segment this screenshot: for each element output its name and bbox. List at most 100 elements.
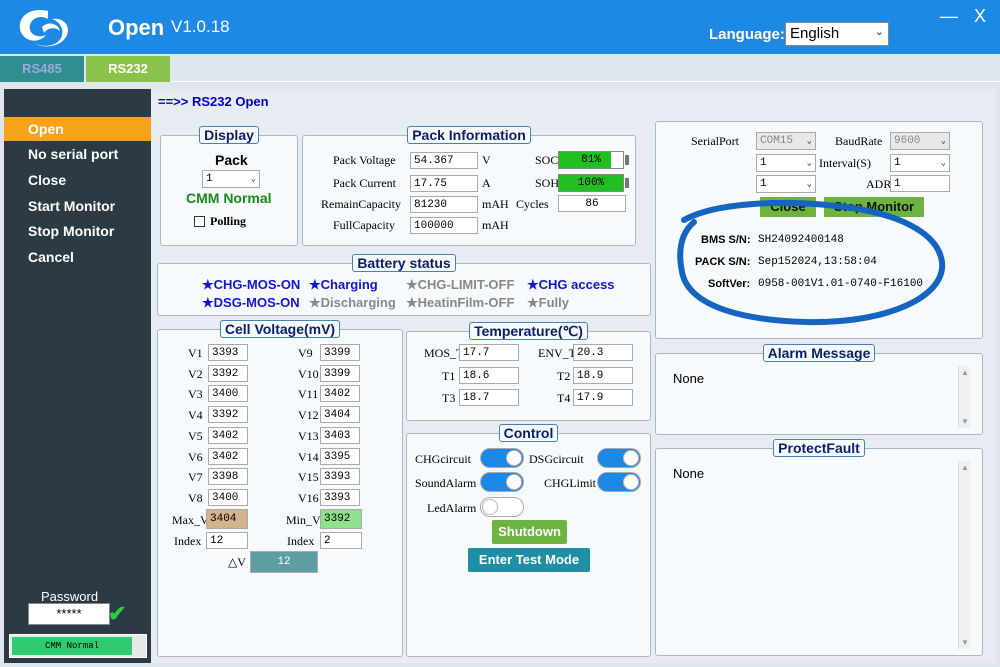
cell-label: V14 xyxy=(298,449,319,464)
sidebar-item-start-monitor[interactable]: Start Monitor xyxy=(4,194,151,218)
option-select-2-value: 1 xyxy=(760,178,767,190)
pack-voltage-label: Pack Voltage xyxy=(333,153,396,167)
chevron-down-icon: ⌄ xyxy=(806,179,812,189)
cycles-label: Cycles xyxy=(516,197,549,211)
remain-capacity-unit: mAH xyxy=(482,197,509,211)
status-chg-access: ★CHG access xyxy=(527,277,615,292)
cell-voltage-field: 3395 xyxy=(320,447,360,465)
cell-label: V4 xyxy=(188,408,203,423)
t4-field: 17.9 xyxy=(573,389,633,406)
scroll-down-icon: ▼ xyxy=(961,638,969,647)
cell-voltage-field: 3404 xyxy=(320,406,360,424)
t2-field: 18.9 xyxy=(573,367,633,384)
polling-checkbox[interactable] xyxy=(194,216,205,227)
cell-label: V13 xyxy=(298,428,319,443)
app-title: Open xyxy=(108,15,165,40)
serial-port-label: SerialPort xyxy=(691,134,739,148)
password-field[interactable]: ***** xyxy=(28,603,110,625)
t1-label: T1 xyxy=(442,369,456,383)
alarm-panel: Alarm Message None ▲ ▼ xyxy=(655,344,983,435)
close-port-button[interactable]: Close xyxy=(760,197,816,217)
alarm-scrollbar[interactable]: ▲ ▼ xyxy=(958,366,970,428)
sidebar: Open No serial port Close Start Monitor … xyxy=(4,89,151,663)
cell-voltage-field: 3393 xyxy=(208,344,248,361)
cell-voltage-field: 3402 xyxy=(320,385,360,403)
soh-text: 100% xyxy=(577,177,605,189)
tab-rs485[interactable]: RS485 xyxy=(0,56,84,82)
serial-port-value: COM15 xyxy=(760,135,794,147)
dsg-circuit-label: DSGcircuit xyxy=(529,452,584,466)
pack-voltage-unit: V xyxy=(482,153,491,167)
sound-alarm-toggle[interactable] xyxy=(480,472,524,492)
baud-rate-select[interactable]: 9600 ⌄ xyxy=(890,132,950,150)
sidebar-item-close[interactable]: Close xyxy=(4,168,151,192)
remain-capacity-label: RemainCapacity xyxy=(321,197,401,211)
serial-panel: SerialPort COM15 ⌄ BaudRate 9600 ⌄ 1 ⌄ Inte… xyxy=(655,121,983,339)
pack-select[interactable]: 1 ⌄ xyxy=(202,170,260,188)
softver-value: 0958-001V1.01-0740-F16100 xyxy=(758,278,924,290)
battery-nub-icon xyxy=(625,155,629,165)
close-window-button[interactable]: X xyxy=(974,6,986,27)
cell-label: V16 xyxy=(298,490,319,505)
mos-t-label: MOS_T xyxy=(424,346,464,360)
sidebar-item-open[interactable]: Open xyxy=(4,117,151,141)
pack-info-panel: Pack Information Pack Voltage 54.367 V P… xyxy=(302,126,636,246)
t2-label: T2 xyxy=(557,369,571,383)
tab-bar: RS485 RS232 xyxy=(0,54,1000,82)
interval-value: 1 xyxy=(894,157,901,169)
serial-port-select[interactable]: COM15 ⌄ xyxy=(756,132,816,150)
softver-label: SoftVer: xyxy=(708,278,751,290)
status-line: ==>> RS232 Open xyxy=(158,94,269,109)
temperature-panel: Temperature(℃) MOS_T 17.7 ENV_T 20.3 T1 … xyxy=(406,322,651,421)
option-select-1[interactable]: 1 ⌄ xyxy=(756,154,816,172)
led-alarm-toggle[interactable] xyxy=(480,497,524,517)
language-select[interactable]: English ⌄ xyxy=(785,22,889,46)
chg-limit-toggle[interactable] xyxy=(597,472,641,492)
control-panel: Control CHGcircuit DSGcircuit SoundAlarm… xyxy=(406,424,651,657)
pack-current-label: Pack Current xyxy=(333,176,396,190)
language-value: English xyxy=(790,25,840,42)
status-heatin-film-off: ★HeatinFilm-OFF xyxy=(406,295,515,310)
stop-monitor-button[interactable]: Stop Monitor xyxy=(824,197,924,217)
t1-field: 18.6 xyxy=(459,367,519,384)
pack-sn-label: PACK S/N: xyxy=(695,256,751,268)
soh-bar: 100% xyxy=(558,174,629,192)
max-v-label: Max_V xyxy=(172,513,209,527)
scroll-up-icon: ▲ xyxy=(961,368,969,377)
enter-test-mode-button[interactable]: Enter Test Mode xyxy=(468,548,590,572)
full-capacity-label: FullCapacity xyxy=(333,218,395,232)
scroll-down-icon: ▼ xyxy=(961,417,969,426)
interval-label: Interval(S) xyxy=(819,156,871,170)
bms-sn-value: SH24092400148 xyxy=(758,234,844,246)
interval-select[interactable]: 1 ⌄ xyxy=(890,154,950,172)
min-v-label: Min_V xyxy=(286,513,321,527)
cell-label: V5 xyxy=(188,428,203,443)
adr-field[interactable]: 1 xyxy=(890,175,950,192)
shutdown-button[interactable]: Shutdown xyxy=(492,520,567,544)
comm-status-text: CMM Normal xyxy=(12,637,132,655)
env-t-field: 20.3 xyxy=(573,344,633,361)
baud-rate-value: 9600 xyxy=(894,135,921,147)
sidebar-item-stop-monitor[interactable]: Stop Monitor xyxy=(4,219,151,243)
cell-label: V6 xyxy=(188,449,203,464)
chevron-down-icon: ⌄ xyxy=(940,136,946,146)
sidebar-item-cancel[interactable]: Cancel xyxy=(4,245,151,269)
sidebar-item-no-serial-port[interactable]: No serial port xyxy=(4,142,151,166)
chevron-down-icon: ⌄ xyxy=(250,174,256,184)
protect-fault-text: None xyxy=(673,466,705,481)
tab-rs232[interactable]: RS232 xyxy=(86,56,170,82)
cell-label: V11 xyxy=(298,387,319,402)
bms-sn-label: BMS S/N: xyxy=(701,234,751,246)
option-select-2[interactable]: 1 ⌄ xyxy=(756,175,816,193)
remain-capacity-field: 81230 xyxy=(410,196,478,213)
cell-voltage-field: 3398 xyxy=(208,468,248,486)
max-index-field: 12 xyxy=(206,532,248,549)
chg-circuit-toggle[interactable] xyxy=(480,448,524,468)
pack-current-unit: A xyxy=(482,176,491,190)
protect-fault-scrollbar[interactable]: ▲ ▼ xyxy=(958,461,970,649)
cell-voltage-field: 3393 xyxy=(320,468,360,486)
status-dsg-mos-on: ★DSG-MOS-ON xyxy=(202,295,300,310)
dsg-circuit-toggle[interactable] xyxy=(597,448,641,468)
delta-v-field: 12 xyxy=(250,551,318,573)
minimize-button[interactable]: — xyxy=(940,6,958,27)
